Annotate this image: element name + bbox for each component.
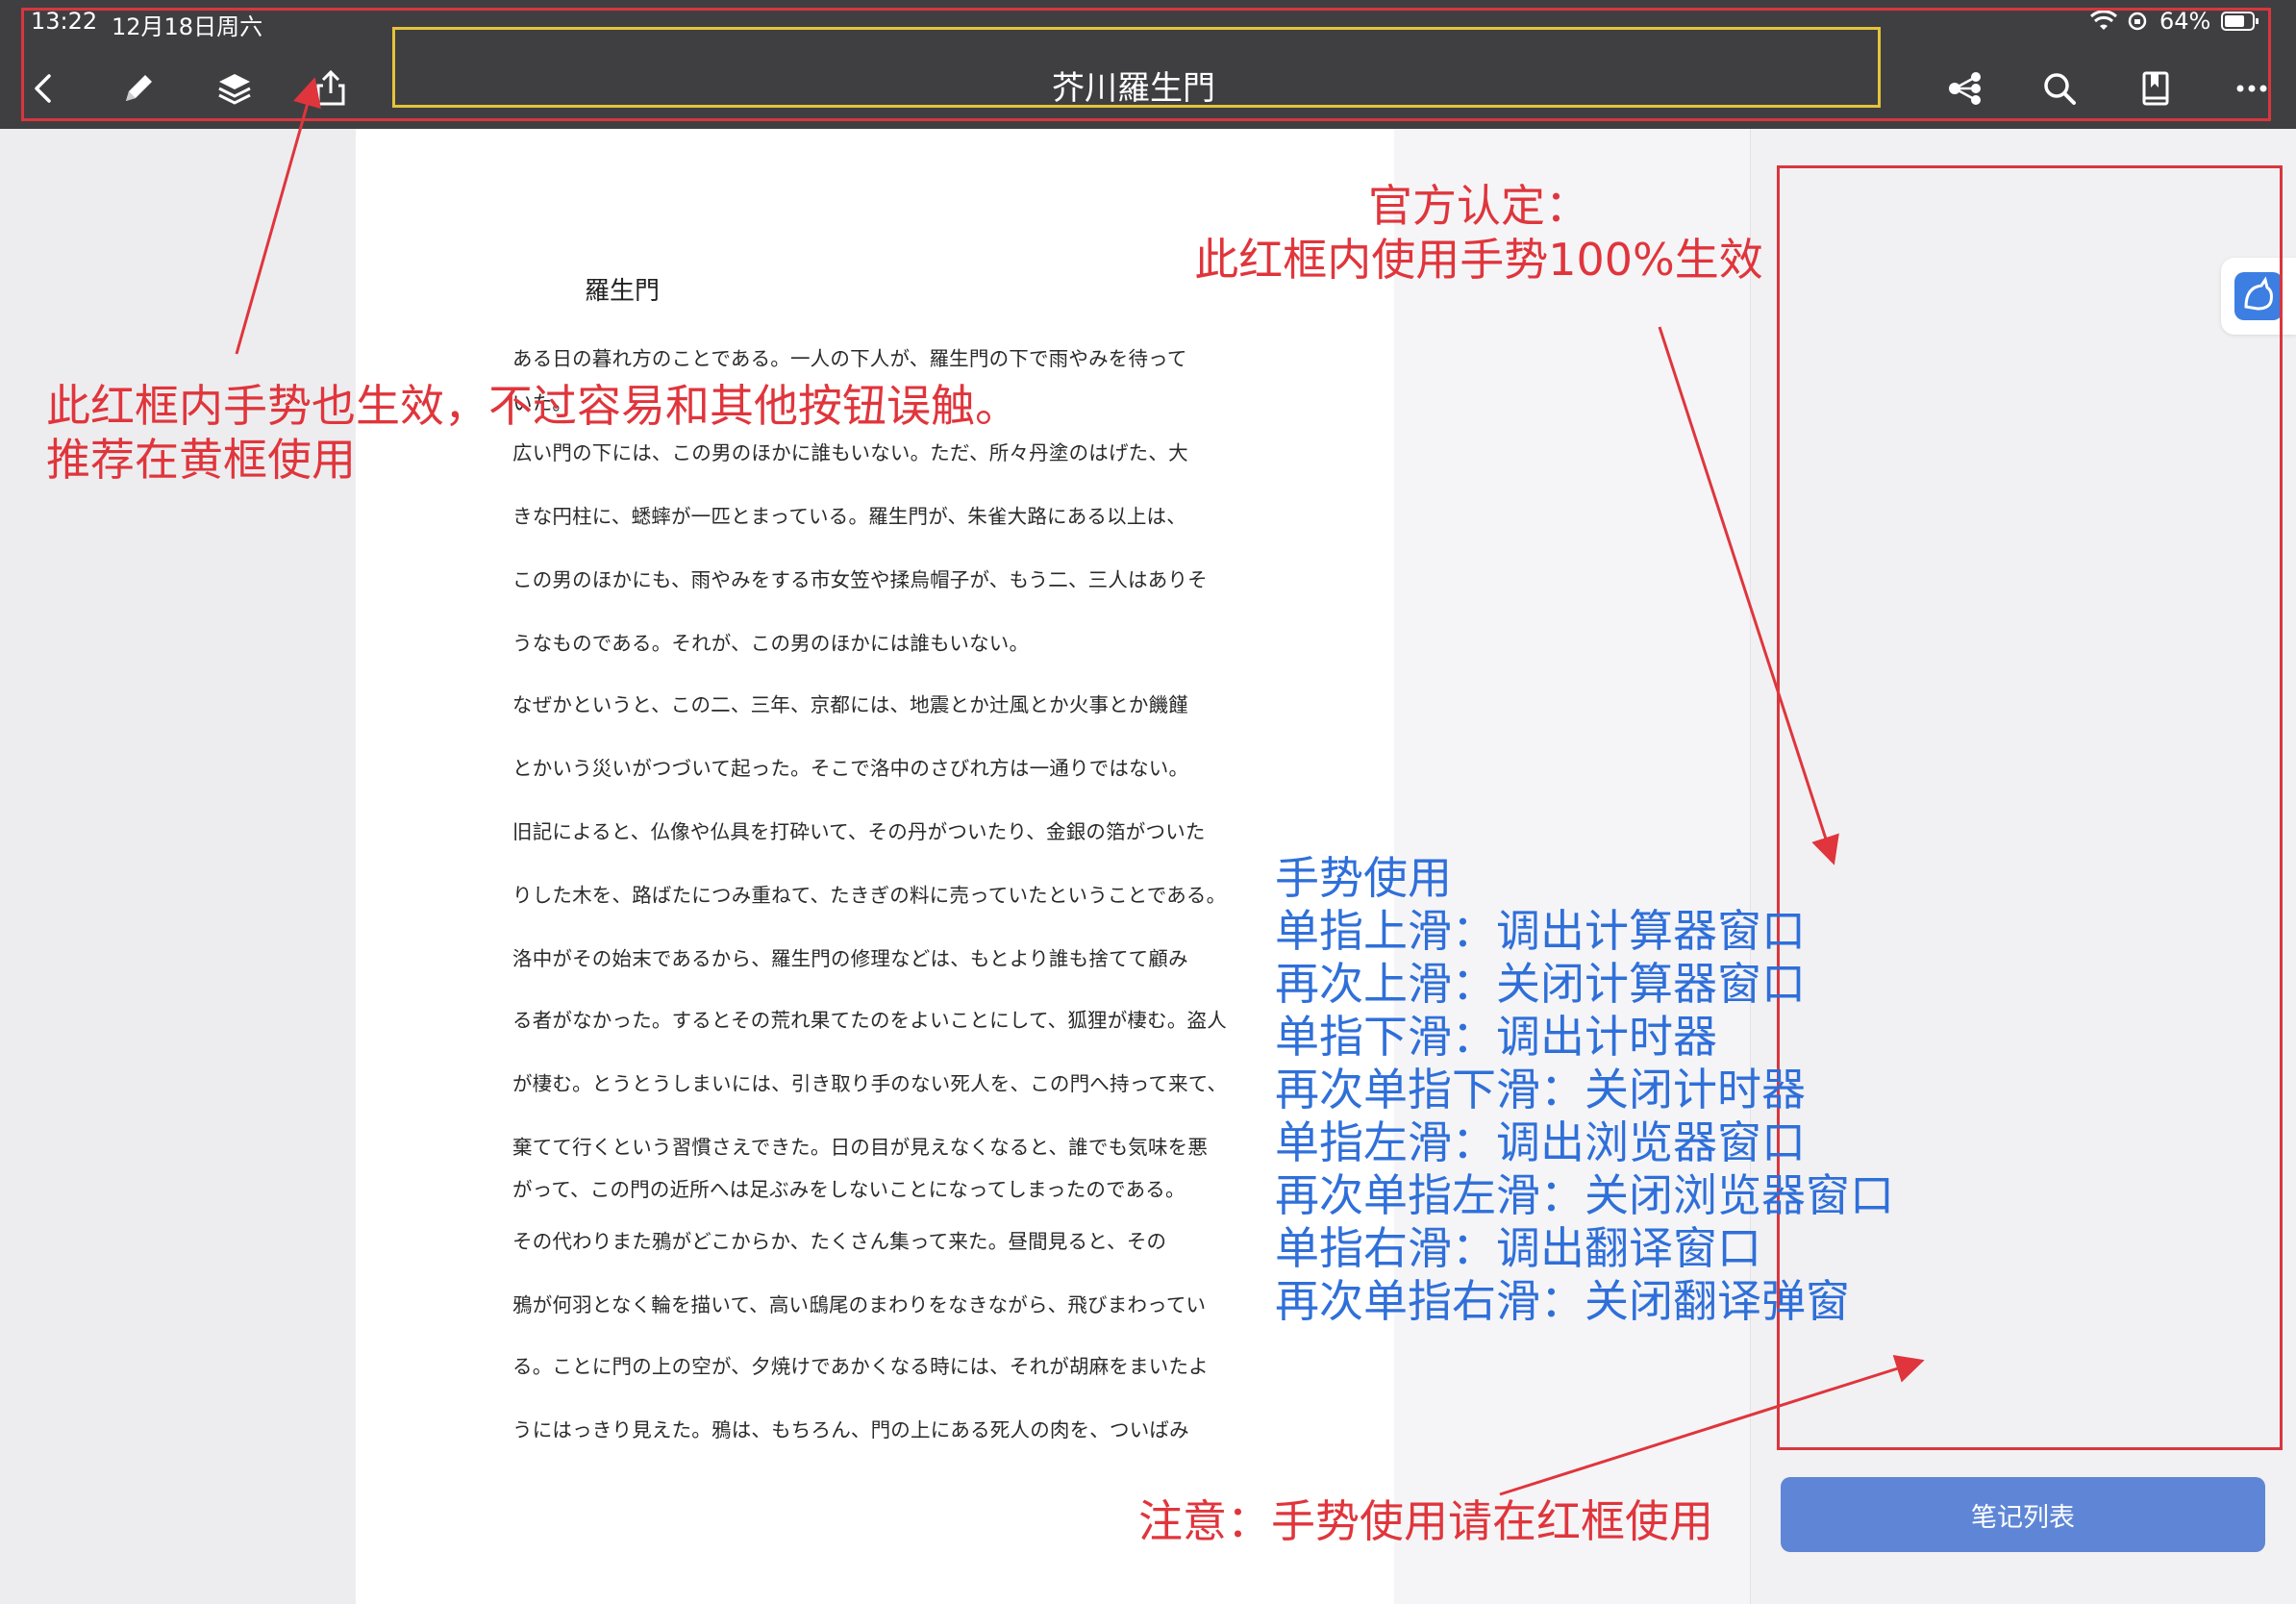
arrow-to-sidebar	[1658, 326, 1839, 865]
arrow-to-toolbar	[235, 77, 321, 355]
annotation-arrows	[235, 77, 1925, 1496]
arrow-to-sidebar-bottom	[1499, 1354, 1925, 1496]
